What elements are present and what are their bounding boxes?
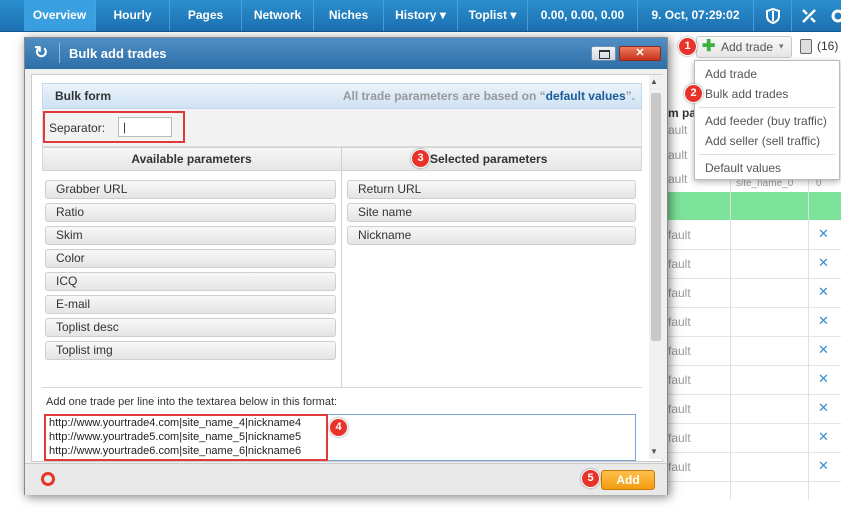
- tools-icon[interactable]: [792, 0, 826, 31]
- step-badge-4: 4: [329, 418, 348, 437]
- dialog-footer: Add: [25, 463, 667, 495]
- menu-divider: [699, 107, 835, 108]
- edit-icon[interactable]: ✕: [818, 313, 829, 329]
- dialog-body: Bulk form All trade parameters are based…: [31, 74, 663, 462]
- param-email[interactable]: E-mail: [45, 295, 336, 314]
- menu-item-default-values[interactable]: Default values: [705, 161, 781, 175]
- format-instructions: Add one trade per line into the textarea…: [46, 396, 338, 408]
- param-grabber-url[interactable]: Grabber URL: [45, 180, 336, 199]
- scroll-up-icon[interactable]: ▲: [650, 77, 658, 86]
- table-header-partial: m pa: [668, 106, 697, 120]
- step-badge-1: 1: [678, 37, 697, 56]
- edit-icon[interactable]: ✕: [818, 429, 829, 445]
- title-divider: [59, 43, 60, 63]
- menu-divider: [699, 154, 835, 155]
- edit-icon[interactable]: ✕: [818, 255, 829, 271]
- plus-icon: ✚: [702, 38, 716, 55]
- param-toplist-img[interactable]: Toplist img: [45, 341, 336, 360]
- refresh-icon[interactable]: ↻: [34, 43, 48, 63]
- dialog-scrollbar[interactable]: ▲ ▼: [649, 75, 663, 459]
- dialog-title: Bulk add trades: [69, 46, 167, 61]
- table-cell: ault: [668, 172, 688, 186]
- param-toplist-desc[interactable]: Toplist desc: [45, 318, 336, 337]
- default-values-link[interactable]: default values: [546, 89, 626, 103]
- shield-icon[interactable]: [754, 0, 792, 31]
- param-color[interactable]: Color: [45, 249, 336, 268]
- edit-icon[interactable]: ✕: [818, 458, 829, 474]
- trash-icon[interactable]: [800, 39, 812, 54]
- param-ratio[interactable]: Ratio: [45, 203, 336, 222]
- selected-parameters-header: Selected parameters: [430, 152, 548, 166]
- selected-param-nickname[interactable]: Nickname: [347, 226, 636, 245]
- dialog-title-bar: ↻ Bulk add trades ✕: [25, 38, 667, 69]
- top-navigation-bar: Overview Hourly Pages Network Niches His…: [0, 0, 841, 32]
- nav-pages[interactable]: Pages: [170, 0, 242, 31]
- table-cell: ault: [668, 123, 688, 137]
- param-icq[interactable]: ICQ: [45, 272, 336, 291]
- add-button[interactable]: Add: [601, 470, 655, 490]
- edit-icon[interactable]: ✕: [818, 226, 829, 242]
- nav-network[interactable]: Network: [242, 0, 314, 31]
- highlight-box: [44, 414, 328, 461]
- divider: [42, 387, 642, 388]
- edit-icon[interactable]: ✕: [818, 400, 829, 416]
- menu-item-bulk-add-trades[interactable]: Bulk add trades: [705, 87, 788, 101]
- add-trade-label: Add trade: [721, 40, 774, 54]
- column-divider: [341, 147, 342, 387]
- step-badge-3: 3: [411, 149, 430, 168]
- menu-item-add-feeder[interactable]: Add feeder (buy traffic): [705, 114, 827, 128]
- add-trade-button[interactable]: ✚ Add trade ▾: [696, 36, 792, 58]
- help-lifebuoy-icon[interactable]: [41, 472, 55, 486]
- nav-overview[interactable]: Overview: [24, 0, 96, 31]
- available-parameters-header: Available parameters: [131, 152, 252, 166]
- trade-count: (16): [817, 39, 839, 53]
- nav-hourly[interactable]: Hourly: [96, 0, 170, 31]
- close-icon[interactable]: ✕: [619, 46, 661, 61]
- nav-toplist[interactable]: Toplist ▾: [458, 0, 528, 31]
- separator-input[interactable]: |: [118, 117, 172, 137]
- restore-window-button[interactable]: [591, 46, 616, 61]
- server-datetime: 9. Oct, 07:29:02: [638, 0, 754, 31]
- separator-label: Separator:: [49, 121, 106, 135]
- pencil-icon-column: ✕ ✕ ✕ ✕ ✕ ✕ ✕ ✕ ✕: [640, 220, 841, 500]
- nav-niches[interactable]: Niches: [314, 0, 384, 31]
- default-values-hint: All trade parameters are based on “defau…: [342, 89, 635, 103]
- edit-icon[interactable]: ✕: [818, 371, 829, 387]
- caret-down-icon: ▾: [779, 41, 784, 51]
- scroll-down-icon[interactable]: ▼: [650, 447, 658, 456]
- table-cell: ault: [668, 148, 688, 162]
- scrollbar-thumb[interactable]: [651, 93, 661, 341]
- step-badge-5: 5: [581, 469, 600, 488]
- bulk-form-header: Bulk form All trade parameters are based…: [42, 83, 642, 109]
- param-skim[interactable]: Skim: [45, 226, 336, 245]
- step-badge-2: 2: [684, 84, 703, 103]
- menu-item-add-trade[interactable]: Add trade: [705, 67, 757, 81]
- gear-icon[interactable]: [826, 0, 841, 31]
- edit-icon[interactable]: ✕: [818, 342, 829, 358]
- server-load-stats: 0.00, 0.00, 0.00: [528, 0, 638, 31]
- selected-param-return-url[interactable]: Return URL: [347, 180, 636, 199]
- edit-icon[interactable]: ✕: [818, 284, 829, 300]
- selected-param-site-name[interactable]: Site name: [347, 203, 636, 222]
- nav-history[interactable]: History ▾: [384, 0, 458, 31]
- highlighted-table-row[interactable]: [640, 192, 841, 220]
- bulk-form-title: Bulk form: [55, 89, 112, 103]
- menu-item-add-seller[interactable]: Add seller (sell traffic): [705, 134, 820, 148]
- add-trade-dropdown-menu: Add trade Bulk add trades Add feeder (bu…: [694, 60, 840, 180]
